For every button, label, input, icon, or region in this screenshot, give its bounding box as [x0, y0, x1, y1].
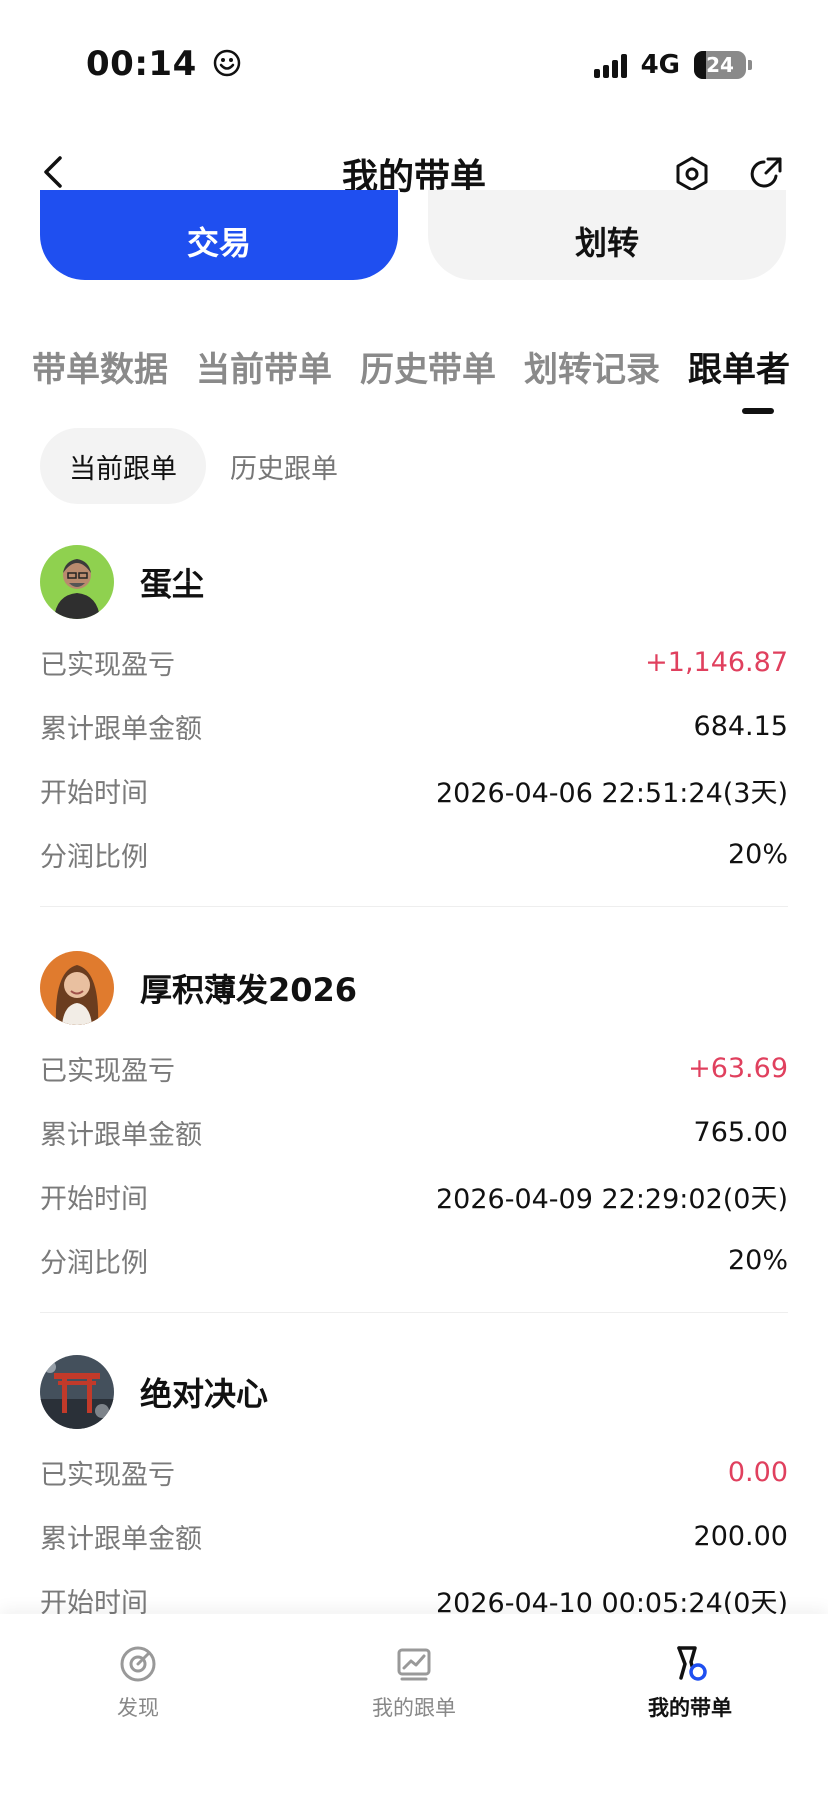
follower-name: 厚积薄发2026	[140, 971, 358, 1009]
status-indicators: 4G 24	[593, 50, 752, 80]
signal-icon	[593, 52, 627, 78]
status-time: 00:14	[86, 44, 241, 86]
follower-card[interactable]: 蛋尘 已实现盈亏 +1,146.87 累计跟单金额 684.15 开始时间 20…	[40, 542, 788, 907]
follower-name: 绝对决心	[140, 1375, 269, 1413]
pnl-value: 0.00	[727, 1456, 788, 1488]
pnl-label: 已实现盈亏	[40, 649, 175, 681]
subtab-history-follow[interactable]: 历史跟单	[230, 428, 338, 504]
follower-card[interactable]: 绝对决心 已实现盈亏 0.00 累计跟单金额 200.00 开始时间 2026-…	[40, 1352, 788, 1632]
follower-name: 蛋尘	[140, 565, 205, 603]
share-row: 分润比例 20%	[40, 822, 788, 886]
follower-card[interactable]: 厚积薄发2026 已实现盈亏 +63.69 累计跟单金额 765.00 开始时间…	[40, 948, 788, 1313]
share-label: 分润比例	[40, 1247, 148, 1279]
tab-current-lead[interactable]: 当前带单	[196, 342, 332, 391]
settings-icon[interactable]	[672, 154, 712, 194]
pnl-label: 已实现盈亏	[40, 1055, 175, 1087]
bottom-nav-my-lead[interactable]: 我的带单	[610, 1644, 770, 1722]
amount-label: 累计跟单金额	[40, 1523, 202, 1555]
smiley-icon	[213, 46, 241, 86]
share-row: 分润比例 20%	[40, 1228, 788, 1292]
bottom-nav-discover[interactable]: 发现	[58, 1644, 218, 1722]
bottom-nav-label: 我的跟单	[372, 1696, 456, 1720]
amount-value: 200.00	[693, 1520, 788, 1552]
pnl-value: +63.69	[688, 1052, 788, 1084]
divider	[40, 906, 788, 907]
battery-tip	[748, 60, 752, 70]
bottom-nav-label: 我的带单	[648, 1696, 732, 1720]
amount-value: 684.15	[693, 710, 788, 742]
start-value: 2026-04-06 22:51:24(3天)	[435, 777, 788, 809]
discover-icon	[118, 1644, 158, 1684]
amount-row: 累计跟单金额 765.00	[40, 1100, 788, 1164]
tab-followers[interactable]: 跟单者	[688, 342, 790, 391]
pnl-row: 已实现盈亏 0.00	[40, 1440, 788, 1504]
avatar	[40, 1355, 114, 1429]
tab-active-indicator	[742, 408, 774, 414]
avatar	[40, 545, 114, 619]
pnl-value: +1,146.87	[645, 646, 788, 678]
start-row: 开始时间 2026-04-09 22:29:02(0天)	[40, 1164, 788, 1228]
transfer-button[interactable]: 划转	[428, 190, 786, 280]
start-row: 开始时间 2026-04-06 22:51:24(3天)	[40, 758, 788, 822]
tab-lead-data[interactable]: 带单数据	[32, 342, 168, 391]
start-label: 开始时间	[40, 777, 148, 809]
amount-row: 累计跟单金额 200.00	[40, 1504, 788, 1568]
main-tabs: 带单数据 当前带单 历史带单 划转记录 跟单者	[0, 342, 828, 422]
amount-label: 累计跟单金额	[40, 1119, 202, 1151]
bottom-nav-my-follow[interactable]: 我的跟单	[334, 1644, 494, 1722]
start-label: 开始时间	[40, 1183, 148, 1215]
bottom-nav-label: 发现	[117, 1696, 159, 1720]
pnl-row: 已实现盈亏 +63.69	[40, 1036, 788, 1100]
network-label: 4G	[640, 50, 680, 80]
trade-button[interactable]: 交易	[40, 190, 398, 280]
share-icon[interactable]	[746, 154, 786, 194]
tab-transfer-records[interactable]: 划转记录	[524, 342, 660, 391]
lead-trade-icon	[670, 1644, 710, 1684]
amount-value: 765.00	[693, 1116, 788, 1148]
amount-label: 累计跟单金额	[40, 713, 202, 745]
share-value: 20%	[727, 1244, 788, 1276]
share-value: 20%	[727, 838, 788, 870]
start-value: 2026-04-09 22:29:02(0天)	[435, 1183, 788, 1215]
battery-icon: 24	[694, 51, 746, 79]
amount-row: 累计跟单金额 684.15	[40, 694, 788, 758]
avatar	[40, 951, 114, 1025]
bottom-nav: 发现 我的跟单 我的带单	[0, 1614, 828, 1801]
pnl-label: 已实现盈亏	[40, 1459, 175, 1491]
pnl-row: 已实现盈亏 +1,146.87	[40, 630, 788, 694]
divider	[40, 1312, 788, 1313]
share-label: 分润比例	[40, 841, 148, 873]
chart-icon	[394, 1644, 434, 1684]
tab-history-lead[interactable]: 历史带单	[360, 342, 496, 391]
subtab-current-follow[interactable]: 当前跟单	[40, 428, 206, 504]
